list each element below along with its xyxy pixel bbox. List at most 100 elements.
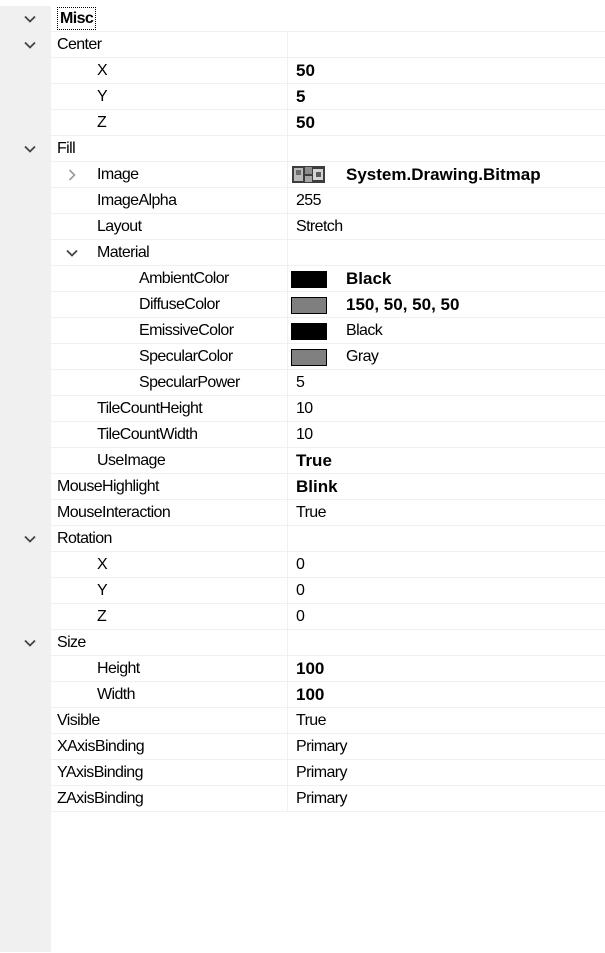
property-value[interactable]: True [296, 708, 327, 733]
property-name: Size [57, 634, 86, 651]
column-divider [287, 396, 288, 421]
property-row-rotation-y[interactable]: Y 0 [0, 578, 605, 604]
property-row-center[interactable]: Center [0, 32, 605, 58]
property-name: Y [97, 88, 108, 105]
property-row-center-x[interactable]: X 50 [0, 58, 605, 84]
property-row-diffuse-color[interactable]: DiffuseColor 150, 50, 50, 50 [0, 292, 605, 318]
column-divider [287, 84, 288, 109]
property-value[interactable]: 0 [296, 604, 305, 629]
chevron-down-icon[interactable] [61, 240, 83, 265]
property-value[interactable]: Primary [296, 786, 348, 811]
property-name: ZAxisBinding [57, 790, 144, 807]
property-name: X [97, 556, 108, 573]
property-value[interactable]: 50 [296, 110, 315, 135]
property-value[interactable]: 100 [296, 682, 324, 707]
property-name: UseImage [97, 452, 166, 469]
property-value[interactable]: True [296, 500, 327, 525]
property-row-material[interactable]: Material [0, 240, 605, 266]
property-row-x-axis-binding[interactable]: XAxisBinding Primary [0, 734, 605, 760]
property-value[interactable]: True [296, 448, 332, 473]
column-divider [287, 656, 288, 681]
column-divider [287, 110, 288, 135]
property-row-tile-count-width[interactable]: TileCountWidth 10 [0, 422, 605, 448]
column-divider [287, 32, 288, 57]
chevron-down-icon[interactable] [19, 526, 41, 551]
property-value[interactable]: 5 [296, 84, 305, 109]
property-name: AmbientColor [139, 270, 229, 287]
column-divider [287, 370, 288, 395]
property-row-mouse-highlight[interactable]: MouseHighlight Blink [0, 474, 605, 500]
property-row-center-z[interactable]: Z 50 [0, 110, 605, 136]
property-row-specular-color[interactable]: SpecularColor Gray [0, 344, 605, 370]
color-swatch [291, 349, 327, 366]
property-value[interactable]: Blink [296, 474, 338, 499]
property-value[interactable]: 100 [296, 656, 324, 681]
property-value[interactable]: System.Drawing.Bitmap [346, 162, 541, 187]
property-value[interactable]: Black [346, 318, 383, 343]
property-row-rotation-z[interactable]: Z 0 [0, 604, 605, 630]
property-row-visible[interactable]: Visible True [0, 708, 605, 734]
column-divider [287, 292, 288, 317]
column-divider [287, 734, 288, 759]
property-name: Visible [57, 712, 100, 729]
chevron-down-icon[interactable] [19, 32, 41, 57]
color-swatch [291, 271, 327, 288]
bitmap-thumbnail-icon [292, 166, 325, 183]
property-row-mouse-interaction[interactable]: MouseInteraction True [0, 500, 605, 526]
property-row-size[interactable]: Size [0, 630, 605, 656]
property-row-z-axis-binding[interactable]: ZAxisBinding Primary [0, 786, 605, 812]
property-value[interactable]: Gray [346, 344, 379, 369]
column-divider [287, 760, 288, 785]
chevron-down-icon[interactable] [19, 630, 41, 655]
property-row-image-alpha[interactable]: ImageAlpha 255 [0, 188, 605, 214]
chevron-right-icon[interactable] [61, 162, 83, 187]
property-row-tile-count-height[interactable]: TileCountHeight 10 [0, 396, 605, 422]
property-name: DiffuseColor [139, 296, 220, 313]
column-divider [287, 422, 288, 447]
property-name: Z [97, 608, 107, 625]
property-row-y-axis-binding[interactable]: YAxisBinding Primary [0, 760, 605, 786]
property-value[interactable]: Primary [296, 760, 348, 785]
property-row-fill[interactable]: Fill [0, 136, 605, 162]
property-row-center-y[interactable]: Y 5 [0, 84, 605, 110]
property-name: TileCountWidth [97, 426, 198, 443]
chevron-down-icon[interactable] [19, 136, 41, 161]
property-row-emissive-color[interactable]: EmissiveColor Black [0, 318, 605, 344]
property-row-size-width[interactable]: Width 100 [0, 682, 605, 708]
property-value[interactable]: 50 [296, 58, 315, 83]
property-value[interactable]: 10 [296, 396, 313, 421]
property-value[interactable]: 0 [296, 578, 305, 603]
property-value[interactable]: Black [346, 266, 391, 291]
property-name: MouseHighlight [57, 478, 159, 495]
property-value[interactable]: 255 [296, 188, 322, 213]
property-row-use-image[interactable]: UseImage True [0, 448, 605, 474]
column-divider [287, 266, 288, 291]
property-value[interactable]: Primary [296, 734, 348, 759]
property-name: YAxisBinding [57, 764, 143, 781]
property-name: XAxisBinding [57, 738, 145, 755]
column-divider [287, 162, 288, 187]
property-name: Layout [97, 218, 142, 235]
property-row-size-height[interactable]: Height 100 [0, 656, 605, 682]
property-value[interactable]: Stretch [296, 214, 343, 239]
property-row-image[interactable]: Image System.Drawing.Bitmap [0, 162, 605, 188]
column-divider [287, 188, 288, 213]
property-name: SpecularColor [139, 348, 233, 365]
column-divider [287, 682, 288, 707]
property-name: Rotation [57, 530, 112, 547]
category-row-misc[interactable]: Misc [0, 6, 605, 32]
property-row-specular-power[interactable]: SpecularPower 5 [0, 370, 605, 396]
property-row-rotation[interactable]: Rotation [0, 526, 605, 552]
property-value[interactable]: 150, 50, 50, 50 [346, 292, 459, 317]
property-row-rotation-x[interactable]: X 0 [0, 552, 605, 578]
property-row-ambient-color[interactable]: AmbientColor Black [0, 266, 605, 292]
property-value[interactable]: 10 [296, 422, 313, 447]
chevron-down-icon[interactable] [19, 6, 41, 31]
property-value[interactable]: 5 [296, 370, 305, 395]
property-name: Center [57, 36, 102, 53]
property-name: Width [97, 686, 136, 703]
column-divider [287, 58, 288, 83]
column-divider [287, 214, 288, 239]
property-row-layout[interactable]: Layout Stretch [0, 214, 605, 240]
property-value[interactable]: 0 [296, 552, 305, 577]
